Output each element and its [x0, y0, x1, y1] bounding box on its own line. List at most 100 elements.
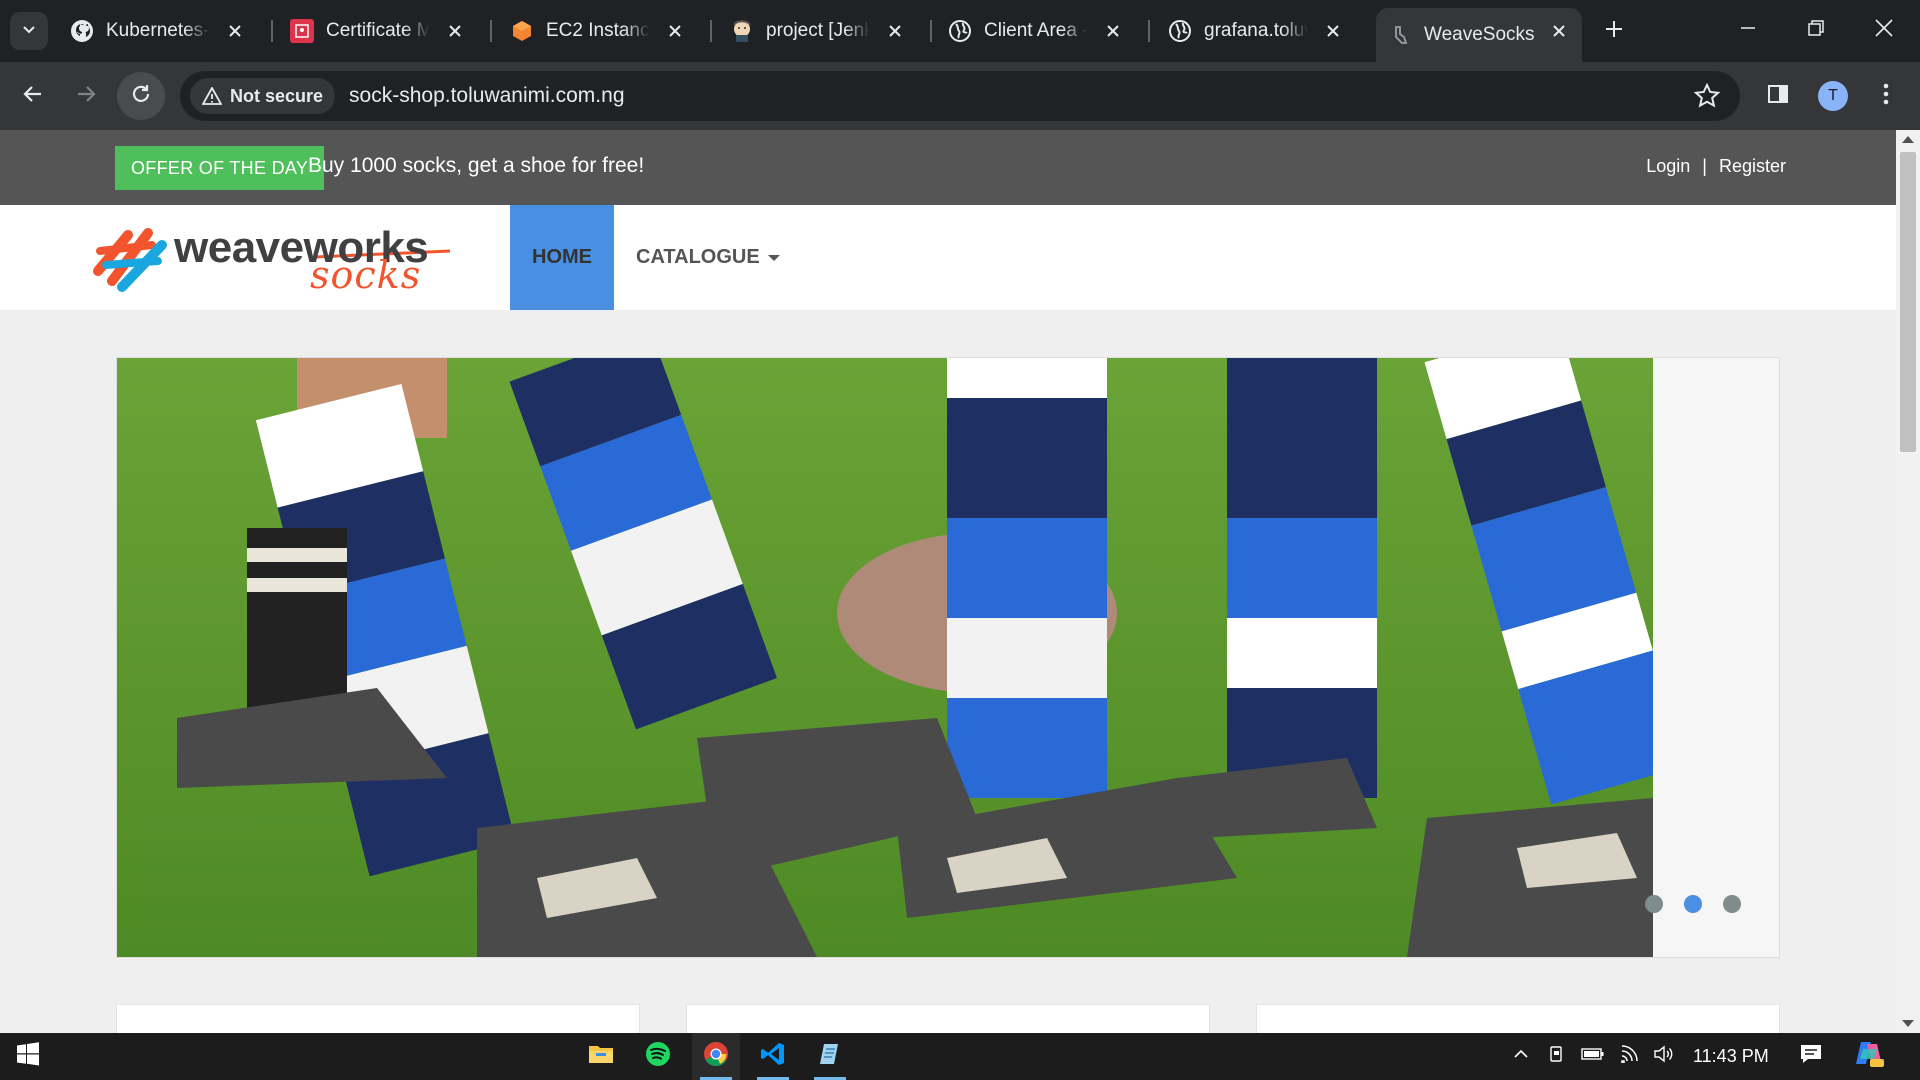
close-icon[interactable]: [884, 20, 906, 42]
hero-carousel[interactable]: [116, 357, 1780, 958]
url-text[interactable]: sock-shop.toluwanimi.com.ng: [349, 84, 624, 108]
start-button[interactable]: [4, 1033, 52, 1080]
browser-tab-strip: Kubernetes-M Certificate Ma EC2 Instance…: [0, 0, 1920, 62]
tab-jenkins-project[interactable]: project [Jenkin: [730, 8, 918, 54]
arrow-right-icon: [75, 83, 97, 110]
chevron-down-icon: [21, 21, 37, 42]
forward-button[interactable]: [62, 72, 110, 120]
minimize-button[interactable]: [1718, 8, 1778, 52]
reload-button[interactable]: [117, 72, 165, 120]
battery-button[interactable]: [1578, 1033, 1608, 1080]
site-security-chip[interactable]: Not secure: [190, 78, 336, 114]
nav-catalogue-dropdown[interactable]: CATALOGUE: [636, 205, 780, 310]
more-vertical-icon: [1883, 83, 1889, 110]
tab-title: grafana.toluw: [1204, 20, 1308, 41]
login-link[interactable]: Login: [1646, 156, 1690, 177]
spotify-icon: [645, 1041, 671, 1072]
carousel-dot-active[interactable]: [1684, 895, 1702, 913]
browser-toolbar: Not secure sock-shop.toluwanimi.com.ng T: [0, 62, 1920, 130]
carousel-dot[interactable]: [1723, 895, 1741, 913]
taskbar-clock[interactable]: 11:43 PM: [1693, 1046, 1769, 1067]
tab-title: EC2 Instance C: [546, 20, 650, 41]
browser-menu-button[interactable]: [1866, 76, 1906, 116]
logo-text-socks: socks: [310, 253, 422, 297]
speaker-icon: [1653, 1045, 1675, 1068]
tab-ec2-instance[interactable]: EC2 Instance C: [510, 8, 698, 54]
scrollbar-thumb[interactable]: [1900, 152, 1916, 452]
register-link[interactable]: Register: [1719, 156, 1786, 177]
globe-icon: [1168, 19, 1192, 43]
profile-button[interactable]: T: [1813, 76, 1853, 116]
close-icon[interactable]: [664, 20, 686, 42]
taskbar-notepad[interactable]: [806, 1033, 854, 1080]
offer-badge: OFFER OF THE DAY: [115, 146, 325, 190]
side-panel-button[interactable]: [1758, 76, 1798, 116]
tab-certificate-manager[interactable]: Certificate Ma: [290, 8, 478, 54]
tray-device-icon-button[interactable]: [1543, 1033, 1571, 1080]
taskbar-file-explorer[interactable]: [577, 1033, 625, 1080]
tab-separator: [271, 20, 273, 42]
close-icon: [1875, 18, 1893, 42]
close-icon[interactable]: [1548, 20, 1570, 42]
product-card[interactable]: [116, 1004, 640, 1033]
copilot-icon: [1853, 1039, 1885, 1074]
offer-text: Buy 1000 socks, get a shoe for free!: [308, 154, 645, 177]
tab-separator: [930, 20, 932, 42]
security-label: Not secure: [230, 85, 324, 106]
new-tab-button[interactable]: [1597, 14, 1631, 48]
tab-separator: [490, 20, 492, 42]
weavesocks-icon: [1388, 23, 1412, 47]
github-icon: [70, 19, 94, 43]
wifi-icon: [1620, 1045, 1642, 1068]
taskbar-vscode[interactable]: [749, 1033, 797, 1080]
carousel-indicators: [1645, 895, 1741, 913]
tab-client-area[interactable]: Client Area - C: [948, 8, 1136, 54]
bookmark-star-icon[interactable]: [1693, 82, 1721, 114]
tab-kubernetes[interactable]: Kubernetes-M: [70, 8, 258, 54]
reload-icon: [130, 83, 152, 110]
site-navbar: weaveworks socks HOME CATALOGUE: [0, 205, 1896, 310]
restore-button[interactable]: [1786, 8, 1846, 52]
chrome-icon: [703, 1041, 729, 1072]
volume-button[interactable]: [1650, 1033, 1678, 1080]
close-icon[interactable]: [444, 20, 466, 42]
product-card[interactable]: [686, 1004, 1210, 1033]
copilot-button[interactable]: [1850, 1033, 1888, 1080]
windows-start-icon: [16, 1042, 40, 1071]
close-icon[interactable]: [1322, 20, 1344, 42]
scroll-up-arrow-icon[interactable]: [1902, 136, 1914, 143]
file-explorer-icon: [588, 1043, 614, 1070]
taskbar-chrome[interactable]: [692, 1033, 740, 1080]
page-scrollbar[interactable]: [1896, 130, 1920, 1033]
tab-weavesocks[interactable]: WeaveSocks: [1376, 8, 1582, 62]
close-icon[interactable]: [224, 20, 246, 42]
close-window-button[interactable]: [1854, 8, 1914, 52]
carousel-dot[interactable]: [1645, 895, 1663, 913]
address-bar[interactable]: Not secure sock-shop.toluwanimi.com.ng: [180, 71, 1740, 121]
battery-icon: [1581, 1047, 1605, 1066]
chevron-up-icon: [1513, 1046, 1529, 1067]
nav-home[interactable]: HOME: [510, 205, 614, 310]
back-button[interactable]: [9, 72, 57, 120]
weaveworks-socks-logo[interactable]: weaveworks socks: [92, 215, 452, 301]
meet-now-icon: [1548, 1045, 1566, 1068]
tab-title: project [Jenkin: [766, 20, 870, 41]
product-card[interactable]: [1256, 1004, 1780, 1033]
scroll-down-arrow-icon[interactable]: [1902, 1020, 1914, 1027]
tab-separator: [710, 20, 712, 42]
vscode-icon: [760, 1041, 786, 1072]
windows-taskbar: 11:43 PM: [0, 1033, 1920, 1080]
tab-search-button[interactable]: [10, 12, 48, 50]
notification-icon: [1799, 1043, 1823, 1070]
globe-icon: [948, 19, 972, 43]
tab-title: WeaveSocks: [1424, 24, 1535, 45]
certificate-manager-icon: [290, 19, 314, 43]
network-button[interactable]: [1617, 1033, 1645, 1080]
show-hidden-icons-button[interactable]: [1508, 1033, 1534, 1080]
taskbar-spotify[interactable]: [634, 1033, 682, 1080]
warning-triangle-icon: [202, 87, 222, 105]
tab-grafana[interactable]: grafana.toluw: [1168, 8, 1356, 54]
arrow-left-icon: [22, 83, 44, 110]
close-icon[interactable]: [1102, 20, 1124, 42]
notifications-button[interactable]: [1795, 1033, 1827, 1080]
